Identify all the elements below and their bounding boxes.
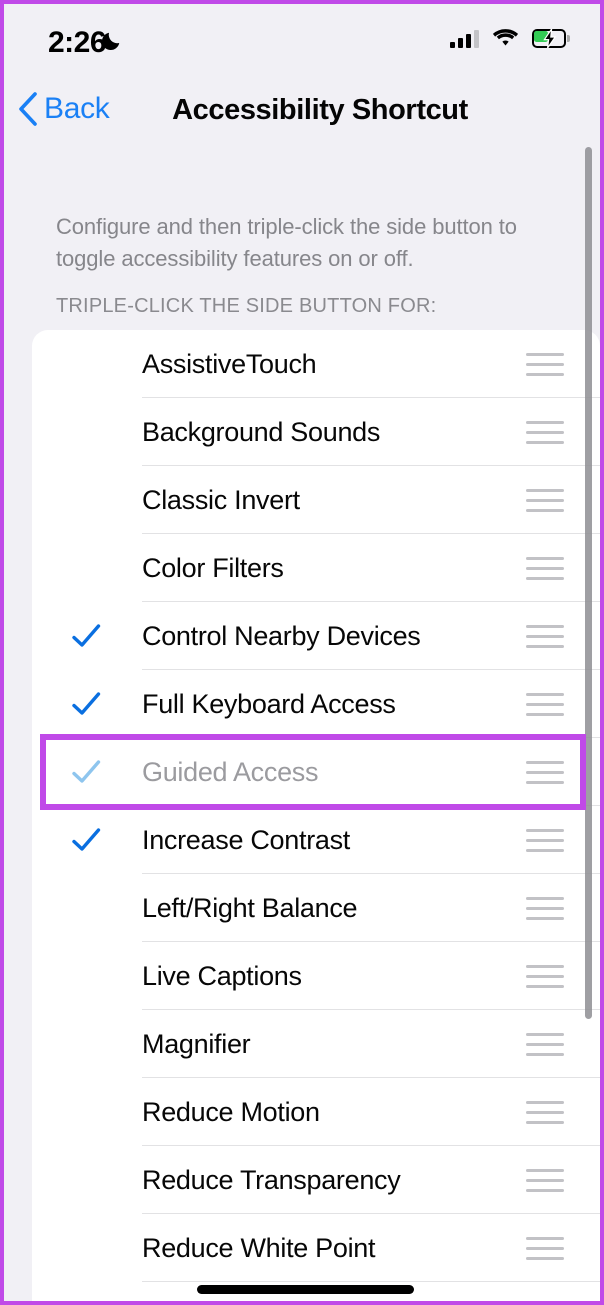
status-time: 2:26	[48, 26, 107, 59]
checkmark-icon	[72, 828, 101, 851]
list-item[interactable]: Magnifier	[32, 1010, 600, 1078]
reorder-drag-handle-icon[interactable]	[526, 942, 564, 1010]
list-item-label: Increase Contrast	[142, 824, 350, 855]
reorder-drag-handle-icon[interactable]	[526, 534, 564, 602]
description-text: Configure and then triple-click the side…	[56, 214, 517, 271]
checkmark-slot[interactable]	[62, 1282, 110, 1301]
list-item-label: Background Sounds	[142, 416, 381, 447]
reorder-drag-handle-icon[interactable]	[526, 330, 564, 398]
list-item[interactable]: Reduce Motion	[32, 1078, 600, 1146]
phone-screen: 2:26 Back Accessibility Shortcut Configu…	[0, 0, 604, 1305]
checkmark-slot[interactable]	[62, 1078, 110, 1146]
checkmark-slot[interactable]	[62, 806, 110, 874]
shortcut-feature-list: AssistiveTouch Background Sounds Classic I…	[32, 330, 600, 1301]
list-item[interactable]: Full Keyboard Access	[32, 670, 600, 738]
reorder-drag-handle-icon[interactable]	[526, 398, 564, 466]
reorder-drag-handle-icon[interactable]	[526, 1010, 564, 1078]
home-indicator	[197, 1285, 414, 1294]
list-item[interactable]: Guided Access	[32, 738, 600, 806]
vertical-scrollbar[interactable]	[585, 147, 592, 1019]
list-item-label: Guided Access	[142, 756, 319, 787]
wifi-icon	[492, 29, 519, 46]
reorder-drag-handle-icon[interactable]	[526, 466, 564, 534]
page-title: Accessibility Shortcut	[172, 94, 468, 126]
list-item[interactable]: Classic Invert	[32, 466, 600, 534]
list-item-label: Reduce White Point	[142, 1232, 376, 1263]
list-item-label: Reduce Transparency	[142, 1164, 401, 1195]
checkmark-icon	[72, 624, 101, 647]
list-item-label: Full Keyboard Access	[142, 688, 396, 719]
list-item-label: Classic Invert	[142, 484, 300, 515]
checkmark-icon	[72, 692, 101, 715]
list-item[interactable]: Increase Contrast	[32, 806, 600, 874]
checkmark-slot[interactable]	[62, 874, 110, 942]
list-item[interactable]: Live Captions	[32, 942, 600, 1010]
crescent-moon-icon	[102, 32, 120, 50]
reorder-drag-handle-icon[interactable]	[526, 670, 564, 738]
list-item[interactable]: Background Sounds	[32, 398, 600, 466]
checkmark-slot[interactable]	[62, 1010, 110, 1078]
checkmark-slot[interactable]	[62, 466, 110, 534]
list-item-label: Left/Right Balance	[142, 892, 358, 923]
reorder-drag-handle-icon[interactable]	[526, 806, 564, 874]
checkmark-slot[interactable]	[62, 330, 110, 398]
checkmark-slot[interactable]	[62, 1214, 110, 1282]
reorder-drag-handle-icon[interactable]	[526, 1078, 564, 1146]
reorder-drag-handle-icon[interactable]	[526, 874, 564, 942]
list-item[interactable]: AssistiveTouch	[32, 330, 600, 398]
list-item-label: Magnifier	[142, 1028, 251, 1059]
checkmark-slot[interactable]	[62, 942, 110, 1010]
cellular-signal-icon	[450, 29, 479, 48]
list-item[interactable]: Color Filters	[32, 534, 600, 602]
list-item-label: Reduce Motion	[142, 1096, 320, 1127]
list-item-label: AssistiveTouch	[142, 348, 317, 379]
list-item[interactable]: Reduce Transparency	[32, 1146, 600, 1214]
list-item-label: Control Nearby Devices	[142, 620, 421, 651]
reorder-drag-handle-icon[interactable]	[526, 1214, 564, 1282]
status-icons	[450, 28, 570, 48]
checkmark-slot[interactable]	[62, 738, 110, 806]
checkmark-slot[interactable]	[62, 670, 110, 738]
battery-charging-icon	[532, 28, 570, 48]
scrollbar-thumb[interactable]	[585, 147, 592, 1019]
list-item[interactable]: Reduce White Point	[32, 1214, 600, 1282]
checkmark-icon	[72, 760, 101, 783]
checkmark-slot[interactable]	[62, 1146, 110, 1214]
status-bar: 2:26	[4, 4, 600, 76]
list-item-label: Color Filters	[142, 552, 284, 583]
checkmark-slot[interactable]	[62, 534, 110, 602]
list-item-label: Live Captions	[142, 960, 302, 991]
reorder-drag-handle-icon[interactable]	[526, 1146, 564, 1214]
charging-bolt-icon	[543, 28, 557, 48]
list-item[interactable]: Left/Right Balance	[32, 874, 600, 942]
section-header: TRIPLE-CLICK THE SIDE BUTTON FOR:	[56, 295, 437, 317]
reorder-drag-handle-icon[interactable]	[526, 602, 564, 670]
navigation-bar: Back Accessibility Shortcut	[4, 76, 600, 148]
checkmark-slot[interactable]	[62, 398, 110, 466]
checkmark-slot[interactable]	[62, 602, 110, 670]
reorder-drag-handle-icon[interactable]	[526, 738, 564, 806]
list-item[interactable]: Control Nearby Devices	[32, 602, 600, 670]
